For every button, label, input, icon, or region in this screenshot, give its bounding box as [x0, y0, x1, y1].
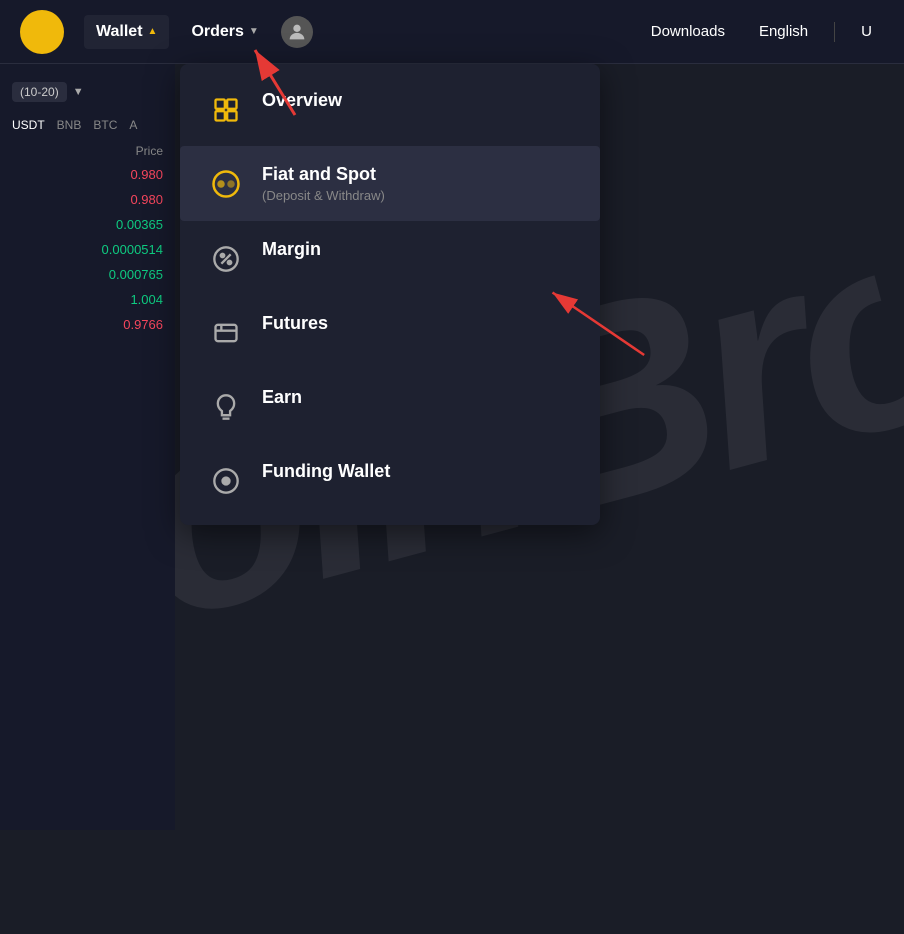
futures-icon — [208, 315, 244, 351]
filter-chevron-icon[interactable]: ▼ — [73, 86, 84, 98]
overview-text: Overview — [262, 90, 342, 111]
earn-label: Earn — [262, 387, 302, 408]
price-row: 0.00365 — [0, 212, 175, 237]
tab-btc[interactable]: BTC — [89, 116, 121, 134]
funding-text: Funding Wallet — [262, 461, 390, 482]
orders-label: Orders — [191, 23, 243, 41]
dropdown-item-fiat-spot[interactable]: Fiat and Spot (Deposit & Withdraw) — [180, 146, 600, 221]
fiat-spot-sublabel: (Deposit & Withdraw) — [262, 188, 385, 203]
wallet-chevron-icon: ▲ — [148, 26, 158, 37]
price-row: 1.004 — [0, 287, 175, 312]
downloads-link[interactable]: Downloads — [639, 15, 737, 48]
margin-text: Margin — [262, 239, 321, 260]
price-row: 0.000765 — [0, 262, 175, 287]
wallet-dropdown: Overview Fiat and Spot (Deposit & Withdr… — [180, 64, 600, 525]
price-row: 0.9766 — [0, 312, 175, 337]
logo[interactable] — [20, 10, 64, 54]
dropdown-item-margin[interactable]: Margin — [180, 221, 600, 295]
margin-label: Margin — [262, 239, 321, 260]
fiat-spot-label: Fiat and Spot — [262, 164, 385, 185]
overview-label: Overview — [262, 90, 342, 111]
price-row: 0.0000514 — [0, 237, 175, 262]
funding-label: Funding Wallet — [262, 461, 390, 482]
navbar: Wallet ▲ Orders ▼ Downloads English U — [0, 0, 904, 64]
dropdown-item-earn[interactable]: Earn — [180, 369, 600, 443]
earn-icon — [208, 389, 244, 425]
tab-a[interactable]: A — [125, 116, 141, 134]
user-link[interactable]: U — [849, 15, 884, 48]
nav-divider — [834, 22, 835, 42]
tab-usdt[interactable]: USDT — [8, 116, 49, 134]
dropdown-item-funding[interactable]: Funding Wallet — [180, 443, 600, 517]
dropdown-item-overview[interactable]: Overview — [180, 72, 600, 146]
left-panel: (10-20) ▼ USDT BNB BTC A Price 0.980 0.9… — [0, 64, 175, 830]
fiat-spot-icon — [208, 166, 244, 202]
earn-text: Earn — [262, 387, 302, 408]
dropdown-item-futures[interactable]: Futures — [180, 295, 600, 369]
wallet-nav[interactable]: Wallet ▲ — [84, 15, 169, 49]
tab-bnb[interactable]: BNB — [53, 116, 86, 134]
column-tabs: USDT BNB BTC A — [0, 110, 175, 140]
wallet-label: Wallet — [96, 23, 143, 41]
overview-icon — [208, 92, 244, 128]
price-row: 0.980 — [0, 162, 175, 187]
avatar[interactable] — [281, 16, 313, 48]
funding-icon — [208, 463, 244, 499]
price-row: 0.980 — [0, 187, 175, 212]
orders-chevron-icon: ▼ — [249, 26, 259, 37]
english-link[interactable]: English — [747, 15, 820, 48]
price-header-label: Price — [136, 144, 163, 158]
futures-label: Futures — [262, 313, 328, 334]
futures-text: Futures — [262, 313, 328, 334]
orders-nav[interactable]: Orders ▼ — [179, 15, 270, 49]
margin-icon — [208, 241, 244, 277]
filter-row: (10-20) ▼ — [0, 74, 175, 110]
price-header: Price — [0, 140, 175, 162]
filter-badge[interactable]: (10-20) — [12, 82, 67, 102]
fiat-spot-text: Fiat and Spot (Deposit & Withdraw) — [262, 164, 385, 203]
